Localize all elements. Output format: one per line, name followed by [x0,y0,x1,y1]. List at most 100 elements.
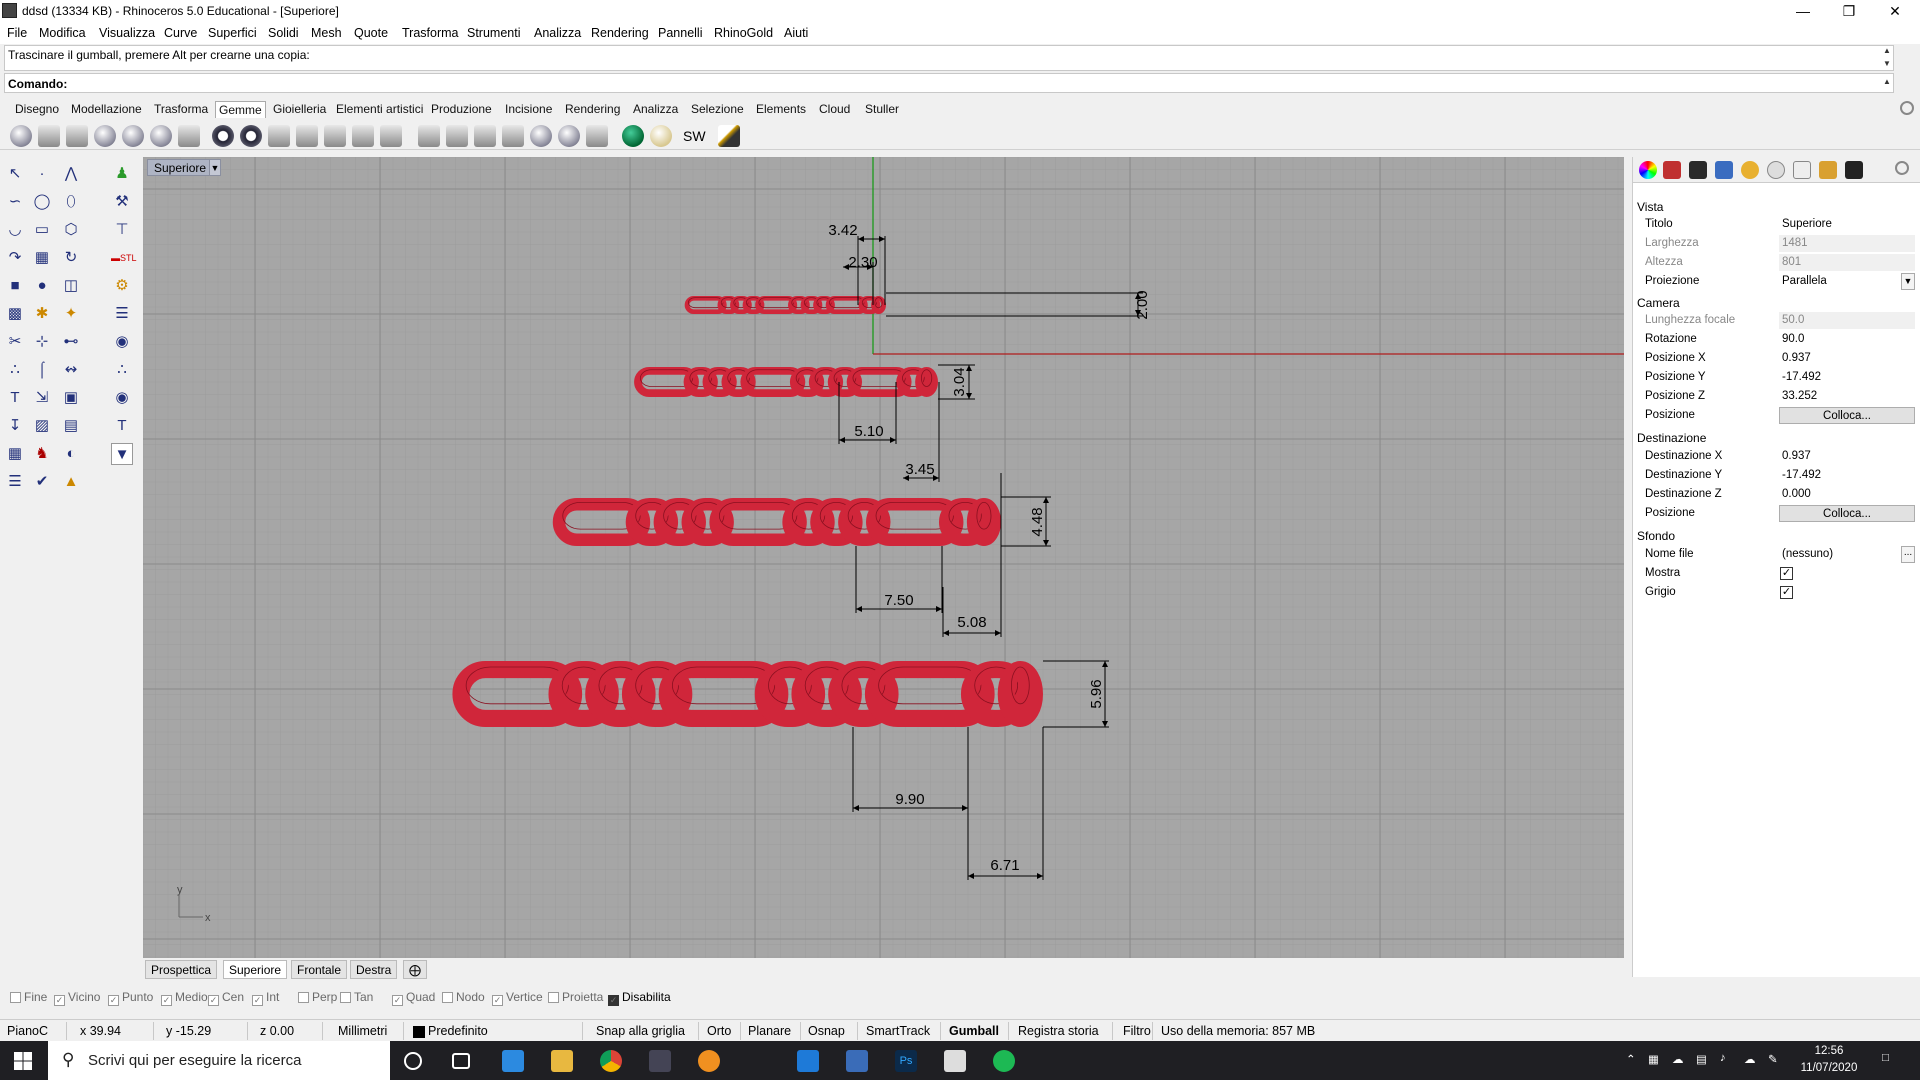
menu-rhinogold[interactable]: RhinoGold [714,26,773,40]
osnap-checkbox[interactable]: ✓ [252,995,263,1006]
gem-snow-icon[interactable] [558,125,580,147]
jewel-tool-icon[interactable]: ⚒ [111,191,133,213]
menu-modifica[interactable]: Modifica [39,26,86,40]
circle-icon[interactable]: ◯ [31,191,53,213]
gem-pave-icon[interactable] [66,125,88,147]
text-tool-icon[interactable]: T [111,415,133,437]
figaro-chain-3[interactable] [552,497,1002,546]
smarttrack-button[interactable]: SmartTrack [866,1024,930,1038]
osnap-checkbox[interactable]: ✓ [392,995,403,1006]
gem-bezel-icon[interactable] [352,125,374,147]
tab-modellazione[interactable]: Modellazione [68,101,145,118]
photoshop-icon[interactable]: Ps [895,1050,917,1072]
gem-cradle-icon[interactable] [474,125,496,147]
viewport-menu-arrow-icon[interactable]: ▼ [209,159,221,176]
destinazione-x-field[interactable]: 0.937 [1779,448,1915,465]
menu-mesh[interactable]: Mesh [311,26,342,40]
osnap-checkbox[interactable] [548,992,559,1003]
colloca-destinazione-button[interactable]: Colloca... [1779,505,1915,522]
file-explorer-icon[interactable] [551,1050,573,1072]
menu-file[interactable]: File [7,26,27,40]
menu-strumenti[interactable]: Strumenti [467,26,521,40]
calculator-icon[interactable] [846,1050,868,1072]
osnap-punto[interactable]: ✓ Punto [108,990,153,1006]
tab-trasforma[interactable]: Trasforma [151,101,211,118]
taskbar-search[interactable]: ⚲ Scrivi qui per eseguire la ricerca [48,1041,390,1080]
surface-icon[interactable]: ▦ [31,247,53,269]
split-icon[interactable]: ⊷ [60,331,82,353]
menu-aiuti[interactable]: Aiuti [784,26,808,40]
cluster-icon[interactable]: ∴ [111,359,133,381]
lights-icon[interactable]: ✱ [31,303,53,325]
osnap-checkbox[interactable] [442,992,453,1003]
posizione-z-field[interactable]: 33.252 [1779,388,1915,405]
array-icon[interactable]: ▣ [60,387,82,409]
tab-destra[interactable]: Destra [350,960,398,979]
osnap-medio[interactable]: ✓ Medio [161,990,208,1006]
menu-analizza[interactable]: Analizza [534,26,581,40]
minimize-button[interactable]: — [1780,0,1826,22]
trim-icon[interactable]: ✂ [4,331,26,353]
close-button[interactable]: ✕ [1872,0,1918,22]
osnap-perp[interactable]: Perp [298,990,337,1004]
orto-button[interactable]: Orto [707,1024,731,1038]
gem-pattern-icon[interactable] [418,125,440,147]
grigio-checkbox[interactable]: ✓ [1780,586,1793,599]
tab-elementi-artistici[interactable]: Elementi artistici [333,101,426,118]
posizione-x-field[interactable]: 0.937 [1779,350,1915,367]
proiezione-select[interactable]: Parallela [1779,273,1915,290]
hide-icon[interactable]: ▨ [31,415,53,437]
select-arrow-icon[interactable]: ↖ [4,163,26,185]
notification-icon[interactable]: □ [1882,1052,1889,1064]
tray-device-icon[interactable]: ▦ [1648,1052,1659,1066]
rectangle-icon[interactable]: ▭ [31,219,53,241]
gem-globe-icon[interactable] [530,125,552,147]
osnap-checkbox[interactable]: ✓ [608,995,619,1006]
osnap-button[interactable]: Osnap [808,1024,845,1038]
osnap-vicino[interactable]: ✓ Vicino [54,990,100,1006]
chevron-down-icon[interactable]: ▼ [1901,273,1915,290]
settings-gear-icon[interactable] [1900,101,1914,115]
osnap-tan[interactable]: Tan [340,990,373,1004]
gem-arrange-icon[interactable] [268,125,290,147]
zbrush-icon[interactable] [944,1050,966,1072]
tab-prospettica[interactable]: Prospettica [145,960,218,979]
add-viewport-icon[interactable]: ⨁ [403,960,427,979]
material-icon[interactable] [1663,161,1681,179]
pearl-gem-icon[interactable] [650,125,672,147]
colloca-camera-button[interactable]: Colloca... [1779,407,1915,424]
restore-button[interactable]: ❐ [1826,0,1872,22]
clock-time[interactable]: 12:56 [1792,1045,1866,1057]
folder-icon[interactable] [1819,161,1837,179]
osnap-cen[interactable]: ✓ Cen [208,990,244,1006]
gem-flow-icon[interactable] [296,125,318,147]
command-history[interactable]: Trascinare il gumball, premere Alt per c… [4,45,1894,71]
mostra-checkbox[interactable]: ✓ [1780,567,1793,580]
dimension-icon[interactable]: ↧ [4,415,26,437]
viewport-top[interactable]: 3.42 2.30 2.00 3.04 5.10 3.45 4.48 7.50 5.08 5.96… [143,157,1624,958]
windows-start-icon[interactable] [14,1052,32,1070]
stack-icon[interactable]: ☰ [111,303,133,325]
gem-prongs-icon[interactable] [324,125,346,147]
menu-visualizza[interactable]: Visualizza [99,26,155,40]
store-app-icon[interactable] [502,1050,524,1072]
tab-superiore[interactable]: Superiore [223,960,288,979]
analyze-icon[interactable]: ◐ [60,443,82,465]
tab-analizza[interactable]: Analizza [630,101,681,118]
figaro-chain-4[interactable] [452,661,1044,728]
group-icon[interactable]: ∴ [4,359,26,381]
layer-icon[interactable]: ▤ [60,415,82,437]
ellipse-icon[interactable]: ⬯ [60,191,82,213]
orient-gem-icon[interactable] [240,125,262,147]
cortana-icon[interactable] [404,1052,422,1070]
sphere-icon[interactable]: ● [31,275,53,297]
units-label[interactable]: Millimetri [338,1024,387,1038]
rotate-gem-icon[interactable] [212,125,234,147]
camera-icon[interactable] [1715,161,1733,179]
polyline-icon[interactable]: ⋀ [60,163,82,185]
browse-button[interactable]: ... [1901,546,1915,563]
spotify-icon[interactable] [993,1050,1015,1072]
panel-settings-icon[interactable] [1895,161,1909,175]
tab-selezione[interactable]: Selezione [688,101,747,118]
task-view-icon[interactable] [452,1053,470,1069]
